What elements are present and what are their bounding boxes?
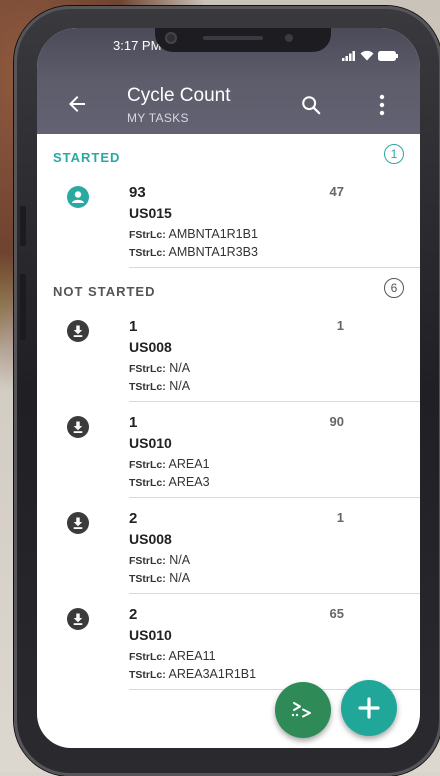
plus-icon <box>358 697 380 719</box>
phone-notch <box>155 28 331 52</box>
sensor-icon <box>285 34 293 42</box>
to-label: TStrLc: <box>129 381 166 393</box>
section-title: STARTED <box>53 150 121 165</box>
section-header-not-started: NOT STARTED 6 <box>37 268 420 306</box>
item-code: US015 <box>129 205 172 221</box>
section-count-badge: 6 <box>384 278 404 298</box>
item-count: 47 <box>329 184 344 199</box>
task-list: STARTED 1 93 47 US015 FStrLc: AMBNTA1R1B1 TStr… <box>37 134 420 690</box>
from-value: AREA1 <box>168 457 210 471</box>
item-to-location: TStrLc: AREA3 <box>129 475 210 489</box>
list-item[interactable]: 2 65 US010 FStrLc: AREA11 TStrLc: AREA3A1R1B… <box>37 594 420 690</box>
item-count: 1 <box>336 510 344 525</box>
from-value: N/A <box>169 553 191 567</box>
item-from-location: FStrLc: N/A <box>129 361 190 375</box>
battery-icon <box>378 50 398 61</box>
status-bar: 3:17 PM <box>37 28 420 76</box>
phone-side-button <box>20 274 26 340</box>
item-count: 65 <box>329 606 344 621</box>
more-vert-icon[interactable] <box>377 94 387 116</box>
to-value: AMBNTA1R3B3 <box>168 245 258 259</box>
item-from-location: FStrLc: AMBNTA1R1B1 <box>129 227 258 241</box>
from-label: FStrLc: <box>129 459 166 471</box>
section-count-badge: 1 <box>384 144 404 164</box>
item-quantity: 1 <box>129 414 138 431</box>
item-to-location: TStrLc: AMBNTA1R3B3 <box>129 245 258 259</box>
wifi-icon <box>360 50 374 61</box>
to-label: TStrLc: <box>129 247 166 259</box>
phone-side-button <box>20 206 26 246</box>
item-count: 90 <box>329 414 344 429</box>
item-to-location: TStrLc: AREA3A1R1B1 <box>129 667 256 681</box>
list-item[interactable]: 1 1 US008 FStrLc: N/A TStrLc: N/A <box>37 306 420 402</box>
item-quantity: 93 <box>129 184 146 201</box>
back-arrow-icon[interactable] <box>65 92 89 116</box>
page-subtitle: MY TASKS <box>127 111 189 125</box>
person-icon <box>67 186 89 208</box>
from-label: FStrLc: <box>129 651 166 663</box>
speaker-icon <box>203 36 263 40</box>
to-value: N/A <box>169 379 191 393</box>
to-label: TStrLc: <box>129 669 166 681</box>
signal-icon <box>342 50 355 61</box>
download-icon <box>67 512 89 534</box>
list-item[interactable]: 2 1 US008 FStrLc: N/A TStrLc: N/A <box>37 498 420 594</box>
phone-screen: 3:17 PM Cycle Count MY TASKS STARTED 1 9… <box>37 28 420 748</box>
item-code: US010 <box>129 435 172 451</box>
download-icon <box>67 416 89 438</box>
app-bar: Cycle Count MY TASKS <box>37 76 420 134</box>
status-time: 3:17 PM <box>113 38 162 53</box>
to-label: TStrLc: <box>129 573 166 585</box>
section-title: NOT STARTED <box>53 284 156 299</box>
item-quantity: 2 <box>129 510 138 527</box>
from-label: FStrLc: <box>129 363 166 375</box>
item-from-location: FStrLc: AREA11 <box>129 649 216 663</box>
item-quantity: 1 <box>129 318 138 335</box>
list-item[interactable]: 1 90 US010 FStrLc: AREA1 TStrLc: AREA3 <box>37 402 420 498</box>
search-icon[interactable] <box>300 94 322 116</box>
list-item[interactable]: 93 47 US015 FStrLc: AMBNTA1R1B1 TStrLc: AMBN… <box>37 172 420 268</box>
item-code: US008 <box>129 339 172 355</box>
item-code: US010 <box>129 627 172 643</box>
add-button[interactable] <box>341 680 397 736</box>
section-header-started: STARTED 1 <box>37 134 420 172</box>
page-title: Cycle Count <box>127 85 231 106</box>
to-value: AREA3 <box>168 475 210 489</box>
camera-icon <box>165 32 177 44</box>
to-value: AREA3A1R1B1 <box>168 667 257 681</box>
download-icon <box>67 320 89 342</box>
to-label: TStrLc: <box>129 477 166 489</box>
send-button[interactable] <box>275 682 331 738</box>
system-icons <box>342 50 398 61</box>
item-to-location: TStrLc: N/A <box>129 379 190 393</box>
item-count: 1 <box>336 318 344 333</box>
to-value: N/A <box>169 571 191 585</box>
from-value: AREA11 <box>168 649 216 663</box>
from-value: N/A <box>169 361 191 375</box>
item-from-location: FStrLc: AREA1 <box>129 457 210 471</box>
send-icon <box>291 702 311 718</box>
from-label: FStrLc: <box>129 229 166 241</box>
download-icon <box>67 608 89 630</box>
item-from-location: FStrLc: N/A <box>129 553 190 567</box>
from-value: AMBNTA1R1B1 <box>168 227 258 241</box>
item-quantity: 2 <box>129 606 138 623</box>
from-label: FStrLc: <box>129 555 166 567</box>
item-to-location: TStrLc: N/A <box>129 571 190 585</box>
item-code: US008 <box>129 531 172 547</box>
